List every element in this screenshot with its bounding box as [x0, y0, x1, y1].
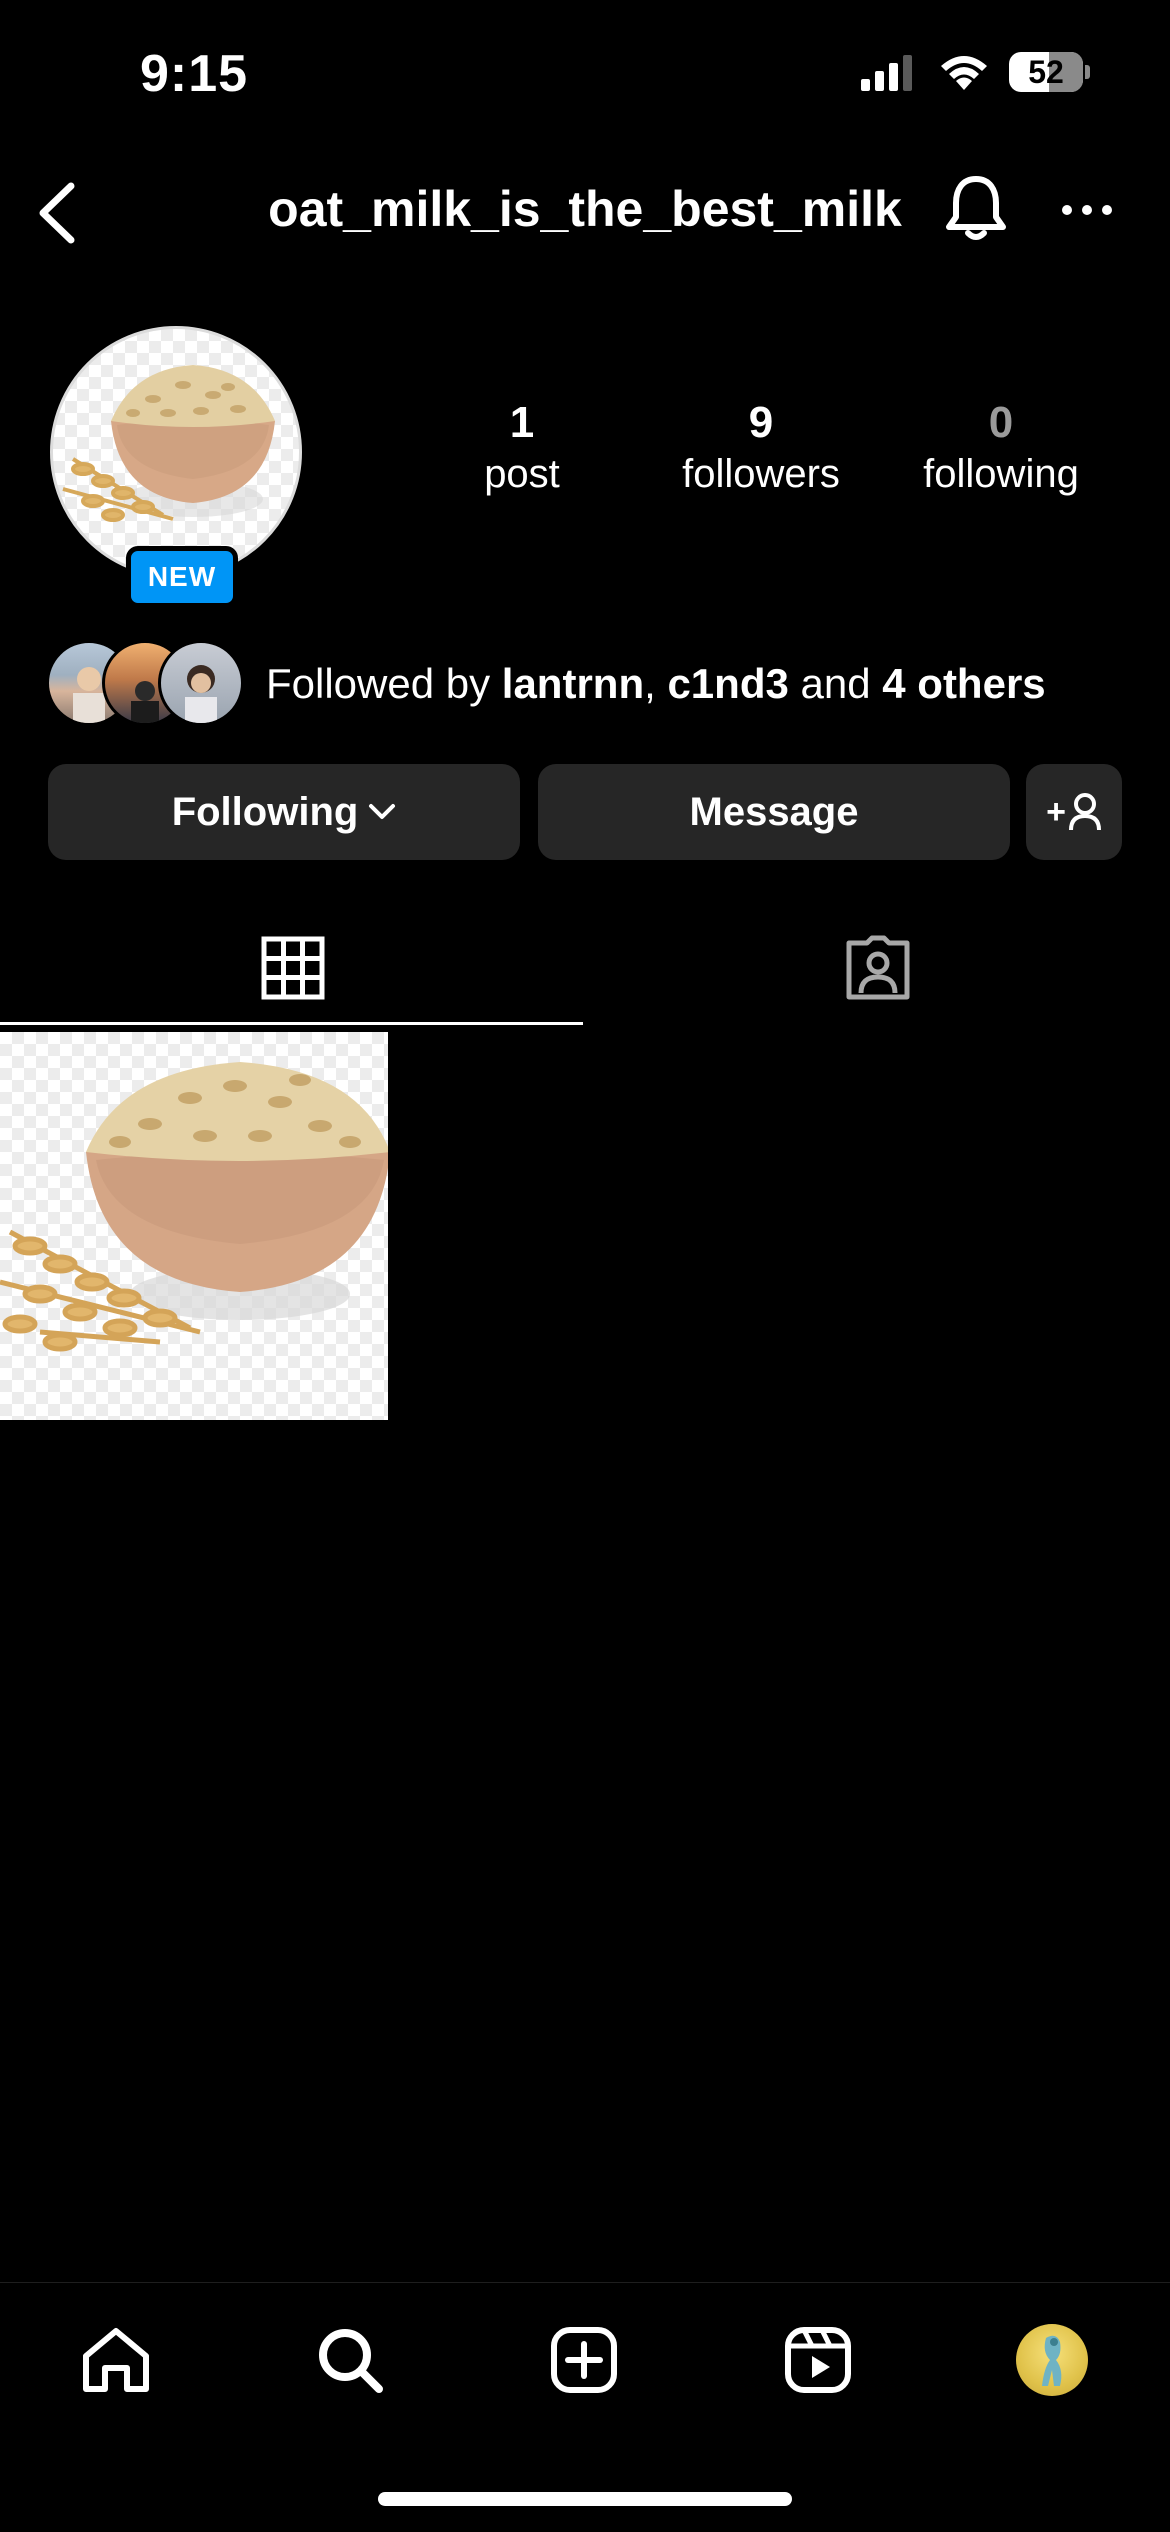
- nav-reels[interactable]: [768, 2310, 868, 2410]
- nav-profile[interactable]: [1002, 2310, 1102, 2410]
- nav-home[interactable]: [66, 2310, 166, 2410]
- followers-label: followers: [682, 452, 840, 496]
- mutual-avatar-3: [158, 640, 244, 726]
- mutual-user-2: c1nd3: [667, 660, 789, 707]
- add-user-plus: +: [1046, 792, 1066, 831]
- message-button-label: Message: [689, 789, 859, 834]
- reels-icon: [785, 2327, 851, 2393]
- new-badge: NEW: [126, 546, 238, 608]
- create-post-icon: [551, 2327, 617, 2393]
- home-indicator: [378, 2492, 792, 2506]
- following-button-label: Following: [171, 789, 359, 834]
- followers-count: 9: [748, 398, 774, 447]
- following-stat[interactable]: 0 following: [881, 398, 1121, 497]
- nav-create[interactable]: [534, 2310, 634, 2410]
- battery-indicator: 52: [1009, 52, 1083, 92]
- post-thumbnail[interactable]: [0, 1032, 388, 1420]
- posts-label: post: [484, 452, 560, 496]
- message-button[interactable]: Message: [538, 764, 1010, 860]
- home-icon: [83, 2328, 149, 2392]
- notifications-button[interactable]: [936, 168, 1016, 248]
- profile-nav-avatar: [1016, 2324, 1088, 2396]
- oat-bowl-post-image: [0, 1062, 388, 1352]
- oat-bowl-image: [62, 365, 275, 522]
- add-person-icon: [1068, 793, 1101, 831]
- tab-posts-grid[interactable]: [0, 910, 585, 1026]
- chevron-down-icon: [369, 804, 396, 819]
- status-icons: 52: [859, 52, 1090, 92]
- active-tab-indicator: [0, 1022, 583, 1025]
- followed-by-prefix: Followed by: [266, 660, 502, 707]
- battery-level: 52: [1028, 53, 1064, 90]
- grid-icon: [261, 936, 324, 1000]
- username-text: oat_milk_is_the_best_milk: [268, 181, 902, 237]
- bell-icon: [946, 176, 1006, 240]
- mutual-others: 4 others: [882, 660, 1046, 707]
- wifi-icon: [941, 56, 987, 90]
- following-count: 0: [988, 398, 1014, 447]
- nav-search[interactable]: [300, 2310, 400, 2410]
- following-label: following: [923, 452, 1079, 496]
- cellular-signal-icon: [861, 55, 912, 91]
- more-horizontal-icon: [1062, 205, 1112, 215]
- suggested-users-button[interactable]: +: [1026, 764, 1122, 860]
- tagged-person-icon: [846, 935, 909, 1000]
- posts-stat[interactable]: 1 post: [402, 398, 642, 497]
- bottom-nav-divider: [0, 2282, 1170, 2283]
- search-icon: [319, 2329, 383, 2393]
- following-button[interactable]: Following: [48, 764, 520, 860]
- mutual-user-1: lantrnn: [501, 660, 645, 707]
- followed-by-row[interactable]: Followed by lantrnn, c1nd3 and 4 others: [46, 640, 1046, 728]
- posts-count: 1: [509, 398, 535, 447]
- mutual-followers-avatars: [46, 640, 246, 728]
- followed-by-text: Followed by lantrnn, c1nd3 and 4 others: [266, 660, 1046, 708]
- followers-stat[interactable]: 9 followers: [641, 398, 881, 497]
- followed-sep: ,: [644, 660, 668, 707]
- status-time: 9:15: [140, 45, 249, 103]
- followed-and: and: [788, 660, 883, 707]
- more-options-button[interactable]: [1052, 178, 1122, 242]
- profile-avatar[interactable]: [50, 326, 302, 578]
- tab-tagged[interactable]: [585, 910, 1170, 1026]
- battery-tip: [1085, 65, 1090, 79]
